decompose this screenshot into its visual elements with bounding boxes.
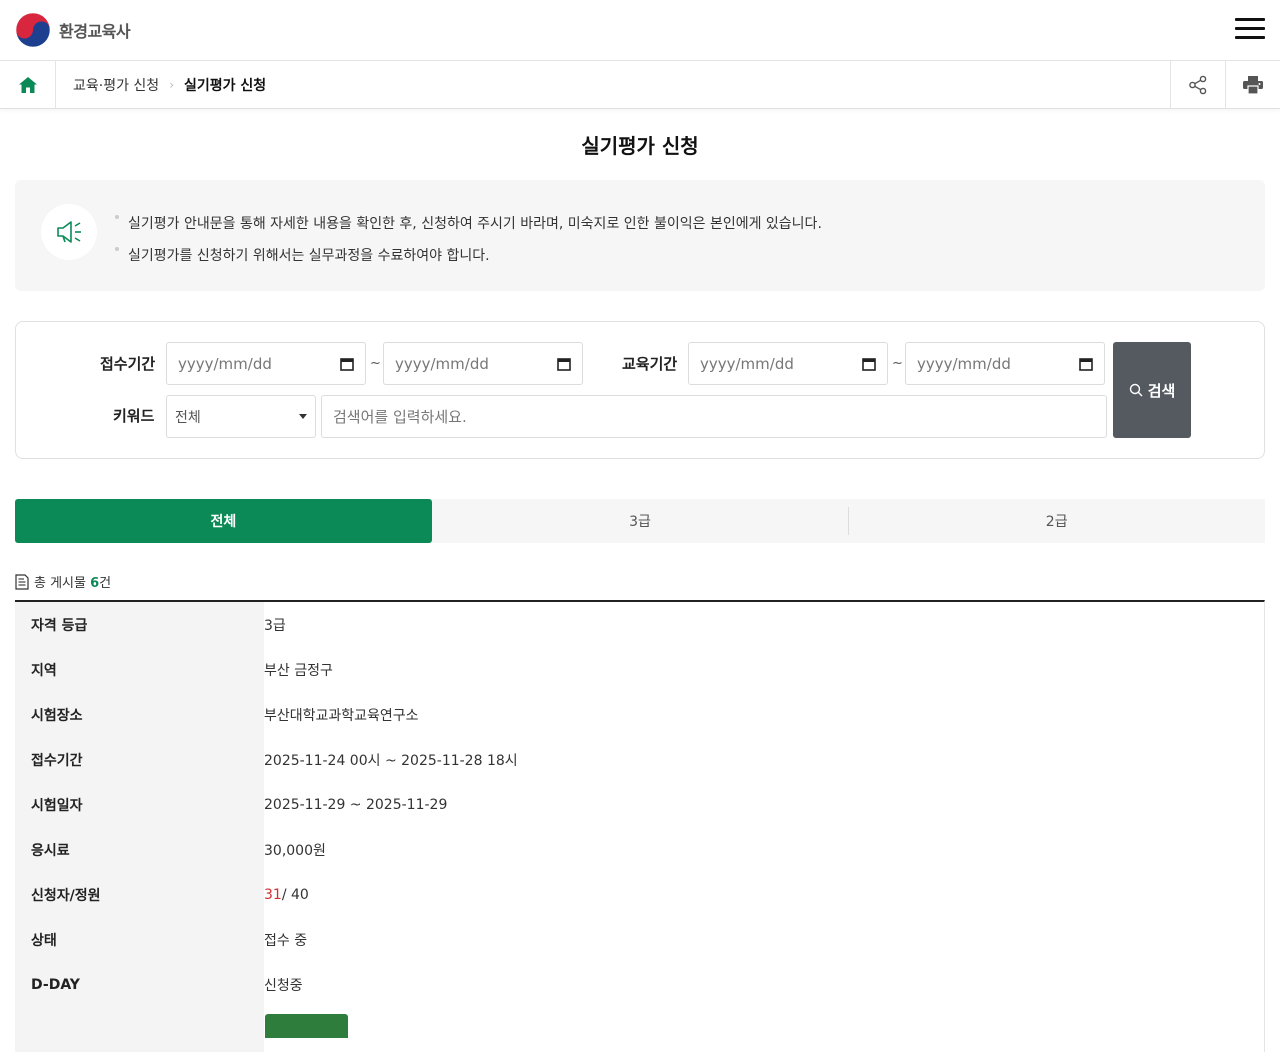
- row-value: 2025-11-29 ~ 2025-11-29: [264, 796, 448, 813]
- row-label: 시험일자: [15, 782, 264, 827]
- page-title: 실기평가 신청: [581, 134, 699, 158]
- taegeuk-emblem-icon: [15, 12, 51, 48]
- apply-button[interactable]: [265, 1014, 348, 1038]
- row-value: 31/ 40: [264, 872, 1264, 917]
- table-row: 시험일자 2025-11-29 ~ 2025-11-29: [15, 782, 1264, 827]
- table-row: 자격 등급 3급: [15, 602, 1264, 647]
- printer-icon: [1243, 75, 1263, 94]
- keyword-label: 키워드: [113, 407, 155, 425]
- post-count-number: 6: [90, 576, 100, 591]
- table-row: 신청자/정원 31/ 40: [15, 872, 1264, 917]
- calendar-icon[interactable]: [557, 357, 571, 371]
- reception-period-label: 접수기간: [100, 355, 156, 373]
- row-label: 시험장소: [15, 692, 264, 737]
- row-value: 3급: [264, 617, 286, 634]
- applicant-count: 31: [264, 886, 282, 903]
- row-value: 접수 중: [264, 932, 308, 949]
- row-label: D-DAY: [15, 962, 264, 1007]
- row-label: 신청자/정원: [15, 872, 264, 917]
- row-value: 30,000원: [264, 842, 326, 859]
- table-row: 지역 부산 금정구: [15, 647, 1264, 692]
- row-label: 지역: [15, 647, 264, 692]
- tab-divider: [848, 507, 850, 535]
- breadcrumb: 교육·평가 신청 › 실기평가 신청: [73, 75, 266, 95]
- top-header: 환경교육사: [0, 0, 1280, 61]
- row-value: 2025-11-24 00시 ~ 2025-11-28 18시: [264, 752, 518, 769]
- row-label: [15, 1007, 264, 1052]
- hamburger-menu-icon[interactable]: [1235, 18, 1265, 42]
- reception-end-date-input[interactable]: yyyy/mm/dd: [383, 342, 583, 385]
- home-button[interactable]: [0, 61, 56, 108]
- logo-text: 환경교육사: [59, 22, 131, 41]
- education-period-label: 교육기간: [622, 355, 678, 373]
- row-label: 상태: [15, 917, 264, 962]
- breadcrumb-item-education[interactable]: 교육·평가 신청: [73, 75, 159, 95]
- row-label: 응시료: [15, 827, 264, 872]
- print-button[interactable]: [1225, 61, 1280, 108]
- exam-detail-table: 자격 등급 3급 지역 부산 금정구 시험장소 부산대학교과학교육연구소 접수기…: [15, 600, 1265, 1052]
- post-count: 총 게시물 6건: [15, 572, 111, 591]
- megaphone-icon: [41, 204, 97, 260]
- breadcrumb-item-current: 실기평가 신청: [184, 78, 267, 94]
- notice-list: 실기평가 안내문을 통해 자세한 내용을 확인한 후, 신청하여 주시기 바라며…: [115, 208, 822, 272]
- tab-grade-2[interactable]: 2급: [848, 499, 1265, 543]
- table-row: D-DAY 신청중: [15, 962, 1264, 1007]
- table-row: 접수기간 2025-11-24 00시 ~ 2025-11-28 18시: [15, 737, 1264, 782]
- breadcrumb-bar: 교육·평가 신청 › 실기평가 신청: [0, 61, 1280, 109]
- calendar-icon[interactable]: [1079, 357, 1093, 371]
- range-separator: ~: [892, 356, 903, 371]
- tab-grade-3[interactable]: 3급: [432, 499, 849, 543]
- notice-item: 실기평가를 신청하기 위해서는 실무과정을 수료하여야 합니다.: [115, 240, 822, 272]
- chevron-right-icon: ›: [169, 78, 174, 92]
- range-separator: ~: [370, 356, 381, 371]
- education-start-date-input[interactable]: yyyy/mm/dd: [688, 342, 888, 385]
- capacity-count: / 40: [281, 886, 309, 903]
- search-icon: [1129, 383, 1143, 397]
- reception-start-date-input[interactable]: yyyy/mm/dd: [166, 342, 366, 385]
- row-label: 자격 등급: [15, 602, 264, 647]
- table-row: 응시료 30,000원: [15, 827, 1264, 872]
- keyword-search-input[interactable]: 검색어를 입력하세요.: [321, 395, 1107, 438]
- row-value: 부산 금정구: [264, 662, 333, 679]
- share-icon: [1189, 75, 1207, 94]
- calendar-icon[interactable]: [862, 357, 876, 371]
- caret-down-icon: [299, 414, 307, 419]
- keyword-type-select[interactable]: 전체: [166, 395, 316, 438]
- notice-item: 실기평가 안내문을 통해 자세한 내용을 확인한 후, 신청하여 주시기 바라며…: [115, 208, 822, 240]
- site-logo[interactable]: 환경교육사: [15, 12, 131, 48]
- row-value: [264, 1007, 1264, 1052]
- row-label: 접수기간: [15, 737, 264, 782]
- education-end-date-input[interactable]: yyyy/mm/dd: [905, 342, 1105, 385]
- notice-box: 실기평가 안내문을 통해 자세한 내용을 확인한 후, 신청하여 주시기 바라며…: [15, 180, 1265, 291]
- document-icon: [15, 573, 29, 590]
- tab-all[interactable]: 전체: [15, 499, 432, 543]
- calendar-icon[interactable]: [340, 357, 354, 371]
- grade-tabs: 전체 3급 2급: [15, 499, 1265, 543]
- row-value: 부산대학교과학교육연구소: [264, 707, 419, 724]
- table-row: 상태 접수 중: [15, 917, 1264, 962]
- row-value: 신청중: [264, 977, 303, 994]
- table-row: 시험장소 부산대학교과학교육연구소: [15, 692, 1264, 737]
- search-panel: 접수기간 yyyy/mm/dd ~ yyyy/mm/dd 교육기간 yyyy/m…: [15, 321, 1265, 459]
- share-button[interactable]: [1170, 61, 1225, 108]
- home-icon: [18, 76, 37, 93]
- table-row: [15, 1007, 1264, 1052]
- search-button[interactable]: 검색: [1113, 342, 1191, 438]
